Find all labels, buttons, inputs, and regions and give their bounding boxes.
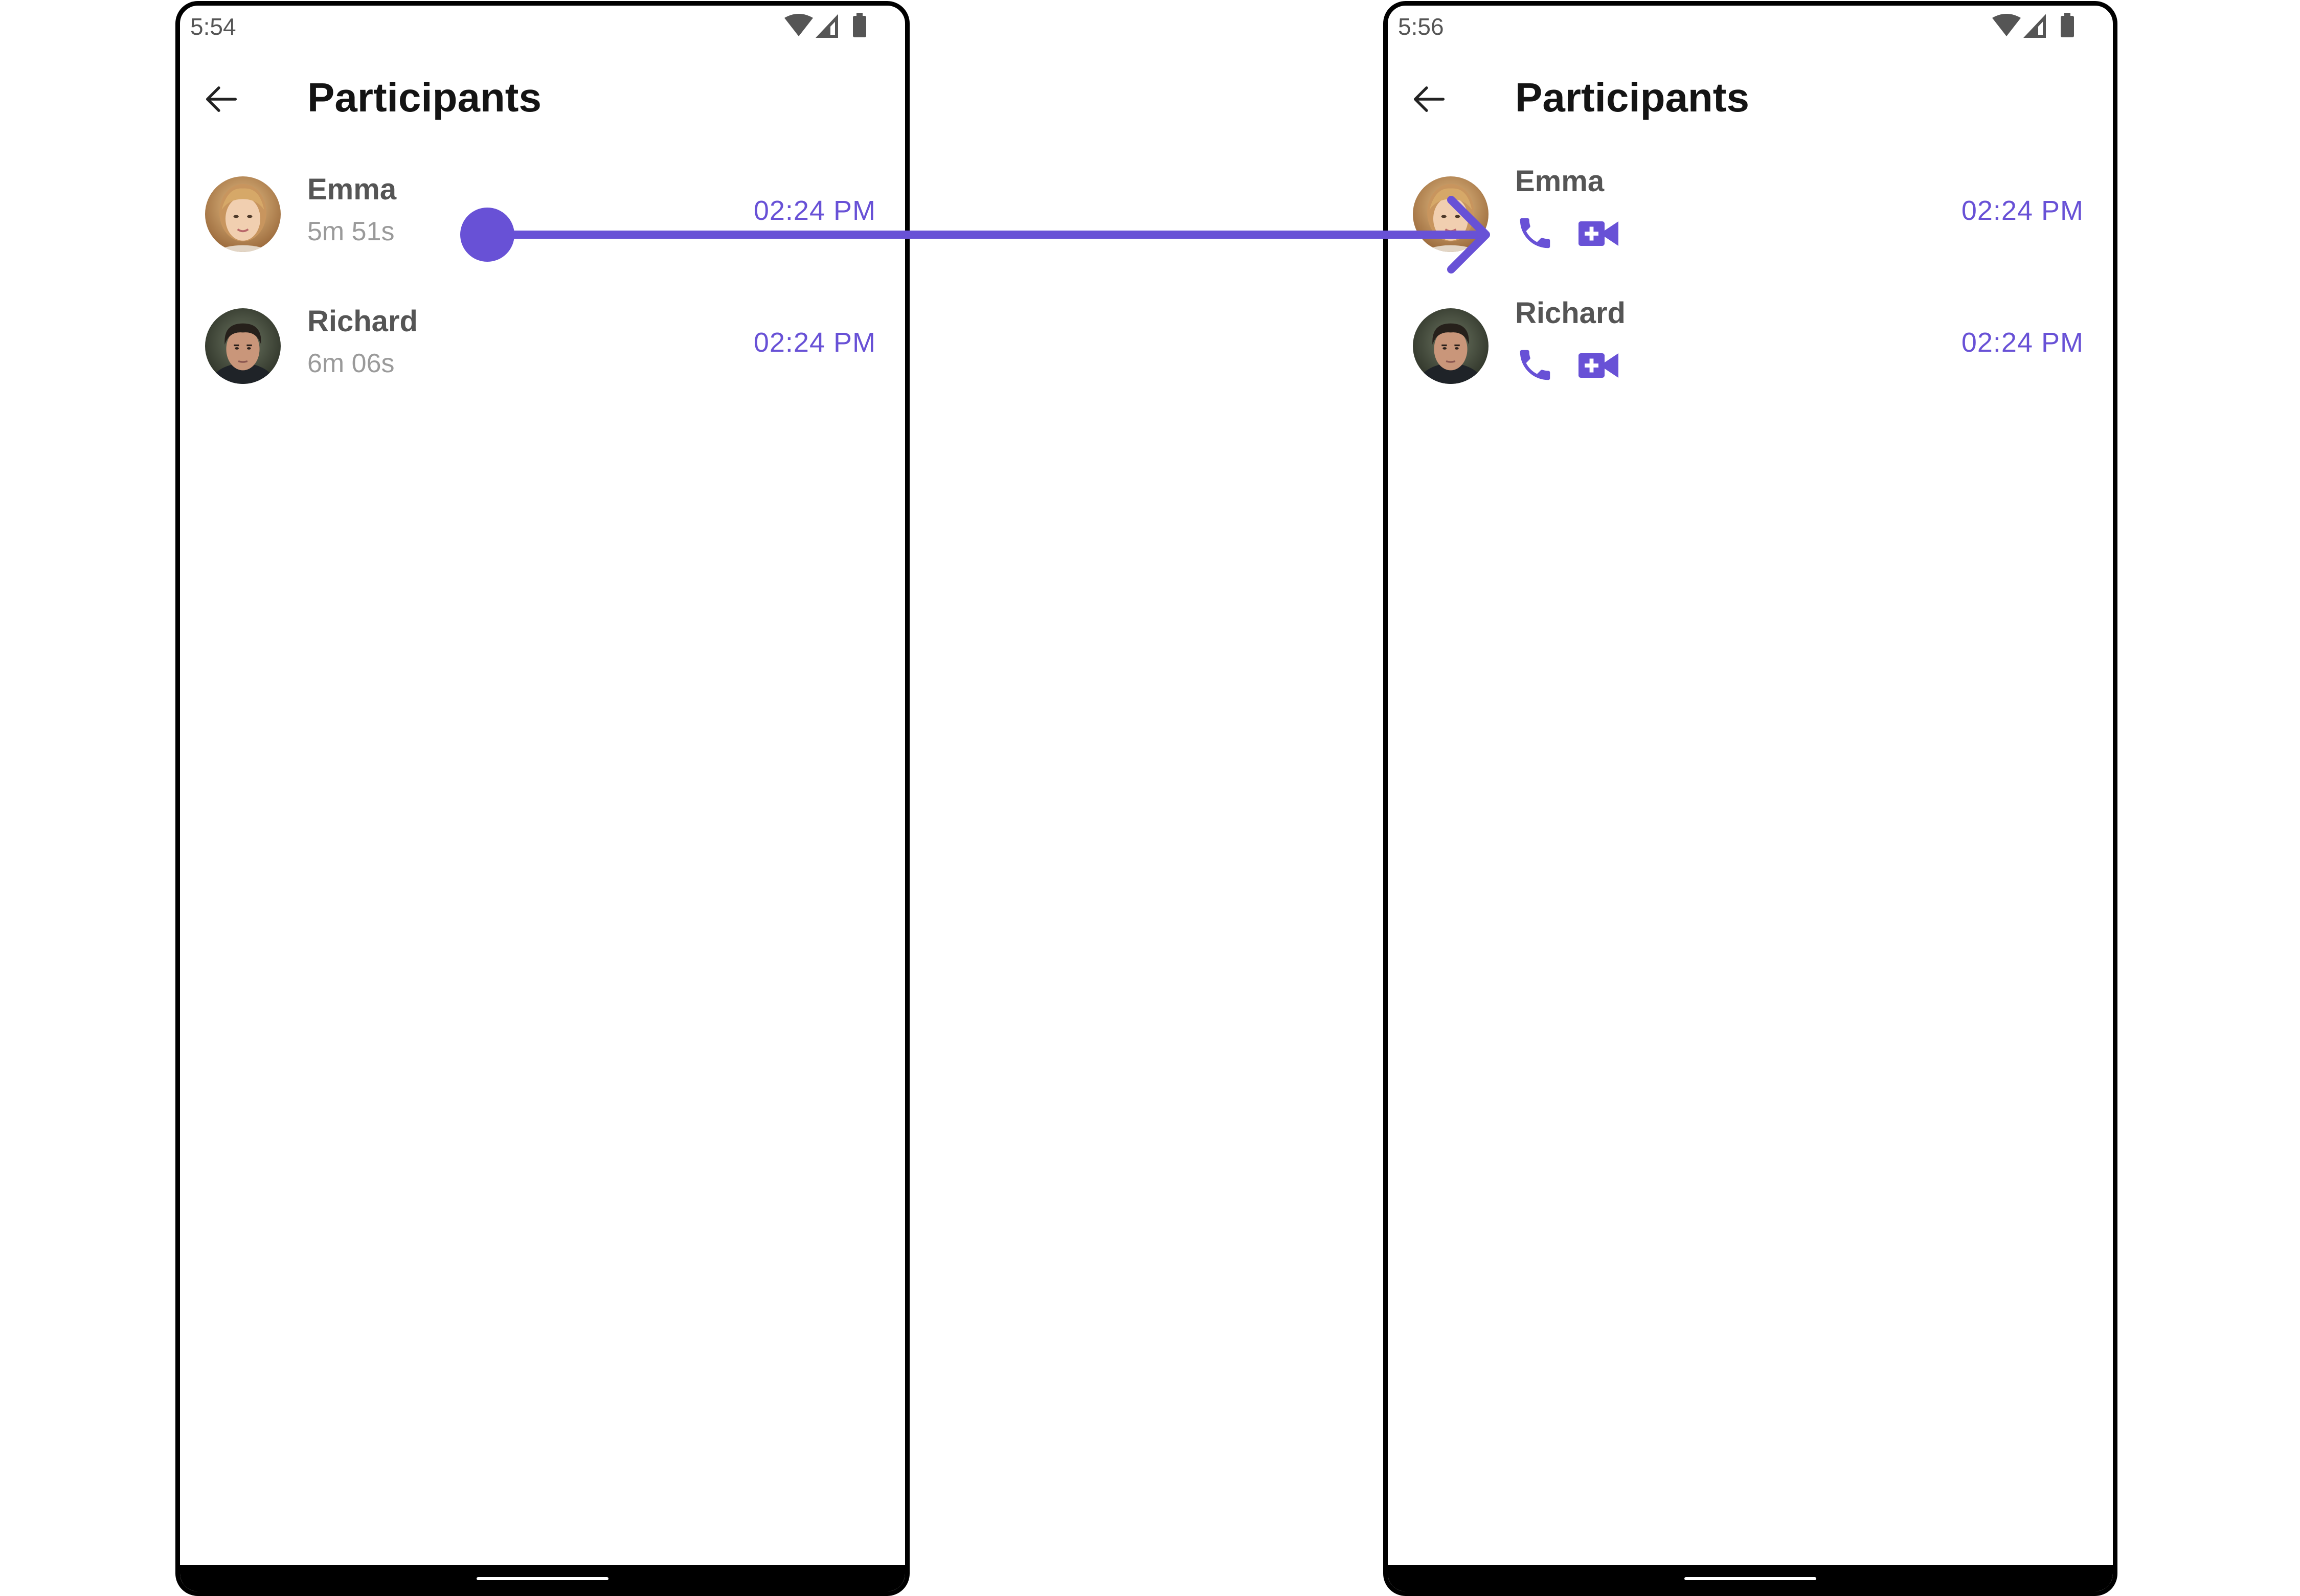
status-bar: 5:54	[180, 6, 905, 47]
participant-row[interactable]: Richard 6m 06s 02:24 PM	[180, 295, 905, 397]
participant-row[interactable]: Emma 02:24 PM	[1388, 163, 2113, 265]
participant-name: Richard	[307, 305, 418, 338]
home-indicator[interactable]	[477, 1577, 608, 1580]
avatar	[205, 176, 281, 252]
arrow-left-icon[interactable]	[1408, 78, 1450, 120]
video-call-icon[interactable]	[1579, 350, 1618, 381]
arrow-left-icon[interactable]	[200, 78, 242, 120]
participant-row[interactable]: Richard 02:24 PM	[1388, 295, 2113, 397]
participant-name: Richard	[1515, 297, 1626, 330]
participant-time: 02:24 PM	[1961, 327, 2084, 358]
participant-row[interactable]: Emma 5m 51s 02:24 PM	[180, 163, 905, 265]
participant-duration: 5m 51s	[307, 217, 395, 246]
status-bar: 5:56	[1388, 6, 2113, 47]
phone-icon[interactable]	[1515, 345, 1555, 385]
participant-time: 02:24 PM	[753, 195, 876, 226]
status-icons	[783, 13, 870, 39]
participant-name: Emma	[1515, 165, 1605, 198]
phone-screen-before: 5:54 Participants Emma 5m 51s 02:24 PM R…	[175, 1, 910, 1596]
phone-screen-after: 5:56 Participants Emma 02:24 PM Richard …	[1383, 1, 2117, 1596]
participant-time: 02:24 PM	[1961, 195, 2084, 226]
avatar	[1413, 176, 1489, 252]
status-time: 5:54	[190, 13, 236, 40]
page-title: Participants	[1515, 75, 1749, 120]
avatar	[1413, 308, 1489, 384]
home-indicator[interactable]	[1684, 1577, 1816, 1580]
participant-name: Emma	[307, 173, 397, 206]
participant-time: 02:24 PM	[753, 327, 876, 358]
avatar	[205, 308, 281, 384]
navigation-bar	[1388, 1565, 2113, 1591]
page-title: Participants	[307, 75, 542, 120]
status-icons	[1991, 13, 2078, 39]
app-bar: Participants	[1388, 57, 2113, 139]
video-call-icon[interactable]	[1579, 218, 1618, 249]
navigation-bar	[180, 1565, 905, 1591]
app-bar: Participants	[180, 57, 905, 139]
status-time: 5:56	[1398, 13, 1444, 40]
participant-duration: 6m 06s	[307, 349, 395, 378]
phone-icon[interactable]	[1515, 213, 1555, 253]
